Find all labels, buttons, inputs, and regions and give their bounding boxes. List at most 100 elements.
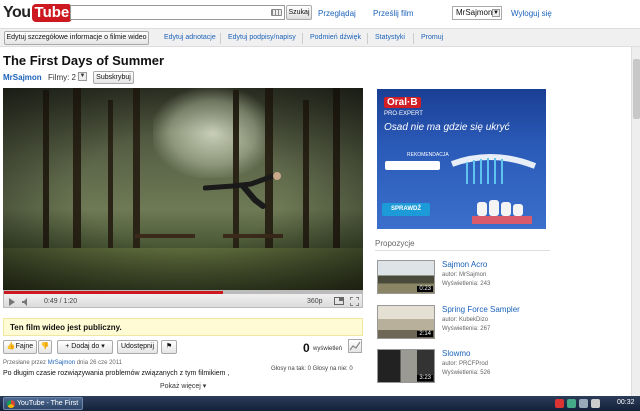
suggestion-meta: autor: MrSajmon Wyświetlenia: 243	[442, 271, 490, 289]
show-more-label: Pokaż więcej	[160, 383, 201, 390]
edit-captions-link[interactable]: Edytuj podpisy/napisy	[228, 34, 296, 41]
duration-badge: 2:14	[417, 331, 433, 337]
edit-details-button[interactable]: Edytuj szczegółowe informacje o filmie w…	[4, 31, 149, 45]
statistics-link[interactable]: Statystyki	[375, 34, 405, 41]
user-menu[interactable]: MrSajmon ▼	[452, 6, 502, 20]
quality-button[interactable]: 360p	[307, 298, 323, 305]
ad-brand: Oral·B	[384, 97, 421, 108]
edit-annotations-link[interactable]: Edytuj adnotacje	[164, 34, 216, 41]
chart-icon	[349, 341, 361, 351]
duration-badge: 0:23	[417, 286, 433, 292]
scrollbar-thumb[interactable]	[633, 59, 640, 119]
view-count-label: wyświetleń	[313, 346, 343, 352]
user-name: MrSajmon	[456, 8, 493, 17]
chevron-down-icon: ▾	[99, 343, 105, 350]
dislike-button[interactable]: 👎	[38, 340, 52, 354]
suggestions-header: Propozycje	[375, 239, 415, 248]
chevron-down-icon[interactable]: ▼	[78, 72, 87, 81]
taskbar: YouTube - The First ... 00:32	[0, 396, 640, 411]
suggestion-author: autor: MrSajmon	[442, 272, 487, 278]
time-display: 0:49 / 1:20	[44, 298, 78, 305]
keyboard-icon[interactable]	[271, 9, 282, 16]
channel-link[interactable]: MrSajmon	[3, 73, 42, 82]
suggestion-item[interactable]: 2:14 Spring Force Sampler autor: KubekDi…	[377, 305, 552, 343]
suggestion-item[interactable]: 3:23 Slowmo autor: PRCFProd Wyświetlenia…	[377, 349, 552, 387]
votes-summary: Głosy na tak: 0 Głosy na nie: 0	[271, 366, 353, 372]
nav-upload[interactable]: Prześlij film	[373, 9, 413, 18]
suggestion-item[interactable]: 0:23 Sajmon Acro autor: MrSajmon Wyświet…	[377, 260, 552, 298]
tray-icon[interactable]	[555, 399, 564, 408]
chrome-icon	[7, 400, 15, 408]
suggestion-thumbnail[interactable]: 0:23	[377, 260, 435, 294]
share-button[interactable]: Udostępnij	[117, 340, 158, 354]
stats-button[interactable]	[348, 339, 362, 353]
taskbar-window[interactable]: YouTube - The First ...	[3, 397, 83, 410]
flag-button[interactable]: ⚑	[161, 340, 177, 354]
progress-bar[interactable]	[4, 291, 362, 294]
progress-played	[4, 291, 224, 294]
thumbs-down-icon: 👎	[40, 343, 50, 350]
view-count: 0	[303, 341, 310, 355]
search-input[interactable]	[70, 5, 285, 20]
nav-browse[interactable]: Przeglądaj	[318, 9, 356, 18]
logout-link[interactable]: Wyloguj się	[511, 9, 552, 18]
suggestion-thumbnail[interactable]: 2:14	[377, 305, 435, 339]
public-notice: Ten film wideo jest publiczny.	[3, 318, 363, 336]
uploader-info: Przesłane przez MrSajmon dnia 26 cze 201…	[3, 360, 122, 366]
search-button[interactable]: Szukaj	[286, 5, 312, 20]
tray-icon[interactable]	[567, 399, 576, 408]
volume-icon[interactable]	[22, 298, 31, 306]
suggestion-views: Wyświetlenia: 526	[442, 370, 491, 376]
masthead: You Tube Szukaj Przeglądaj Prześlij film…	[0, 0, 640, 26]
divider	[302, 33, 303, 44]
suggestion-title[interactable]: Spring Force Sampler	[442, 305, 520, 314]
suggestion-author: autor: KubekDizo	[442, 317, 489, 323]
ad-cta-button[interactable]: SPRAWDŹ	[382, 203, 430, 216]
description: Po długim czasie rozwiązywania problemów…	[3, 370, 230, 377]
youtube-logo[interactable]: You Tube	[3, 2, 73, 23]
toothbrush-image	[450, 154, 537, 224]
suggestion-title[interactable]: Sajmon Acro	[442, 260, 487, 269]
video-frame[interactable]	[3, 88, 363, 290]
suggestion-thumbnail[interactable]: 3:23	[377, 349, 435, 383]
popout-icon[interactable]	[334, 297, 344, 305]
volume-icon[interactable]	[591, 399, 600, 408]
add-to-button[interactable]: + Dodaj do ▾	[57, 340, 113, 354]
divider	[367, 33, 368, 44]
add-to-label: Dodaj do	[71, 343, 100, 350]
page-scrollbar[interactable]	[631, 47, 640, 396]
show-more-button[interactable]: Pokaż więcej ▾	[160, 382, 206, 390]
suggestion-author: autor: PRCFProd	[442, 361, 489, 367]
videos-count: Filmy: 2	[48, 73, 76, 82]
video-title: The First Days of Summer	[3, 53, 165, 68]
suggestion-title[interactable]: Slowmo	[442, 349, 470, 358]
advertisement[interactable]: Oral·B PRO·EXPERT Osad nie ma gdzie się …	[377, 89, 546, 229]
network-icon[interactable]	[579, 399, 588, 408]
player-controls: 0:49 / 1:20 360p	[3, 290, 363, 308]
divider	[375, 250, 550, 251]
subscribe-button[interactable]: Subskrybuj	[93, 71, 134, 84]
fullscreen-icon[interactable]	[350, 297, 359, 306]
logo-tube: Tube	[31, 3, 73, 22]
ad-product-line: PRO·EXPERT	[384, 111, 423, 117]
like-button[interactable]: 👍Fajne	[3, 340, 37, 354]
chevron-down-icon: ▾	[200, 383, 207, 390]
public-notice-text: Ten film wideo jest publiczny.	[10, 323, 122, 332]
duration-badge: 3:23	[417, 375, 433, 381]
play-icon[interactable]	[9, 298, 15, 306]
logo-you: You	[3, 3, 31, 21]
flag-icon: ⚑	[165, 343, 173, 350]
replace-audio-link[interactable]: Podmień dźwięk	[310, 34, 361, 41]
promote-link[interactable]: Promuj	[421, 34, 443, 41]
ad-partner-logos	[385, 161, 440, 170]
video-vignette	[3, 88, 363, 290]
divider	[220, 33, 221, 44]
owner-bar: Edytuj szczegółowe informacje o filmie w…	[0, 28, 640, 47]
system-tray	[555, 398, 600, 409]
uploader-link[interactable]: MrSajmon	[48, 360, 75, 366]
suggestion-views: Wyświetlenia: 243	[442, 281, 491, 287]
suggestion-meta: autor: KubekDizo Wyświetlenia: 267	[442, 316, 490, 334]
chevron-down-icon: ▼	[492, 9, 500, 17]
video-player[interactable]: 0:49 / 1:20 360p	[3, 88, 363, 308]
thumbs-up-icon: 👍	[6, 343, 16, 350]
